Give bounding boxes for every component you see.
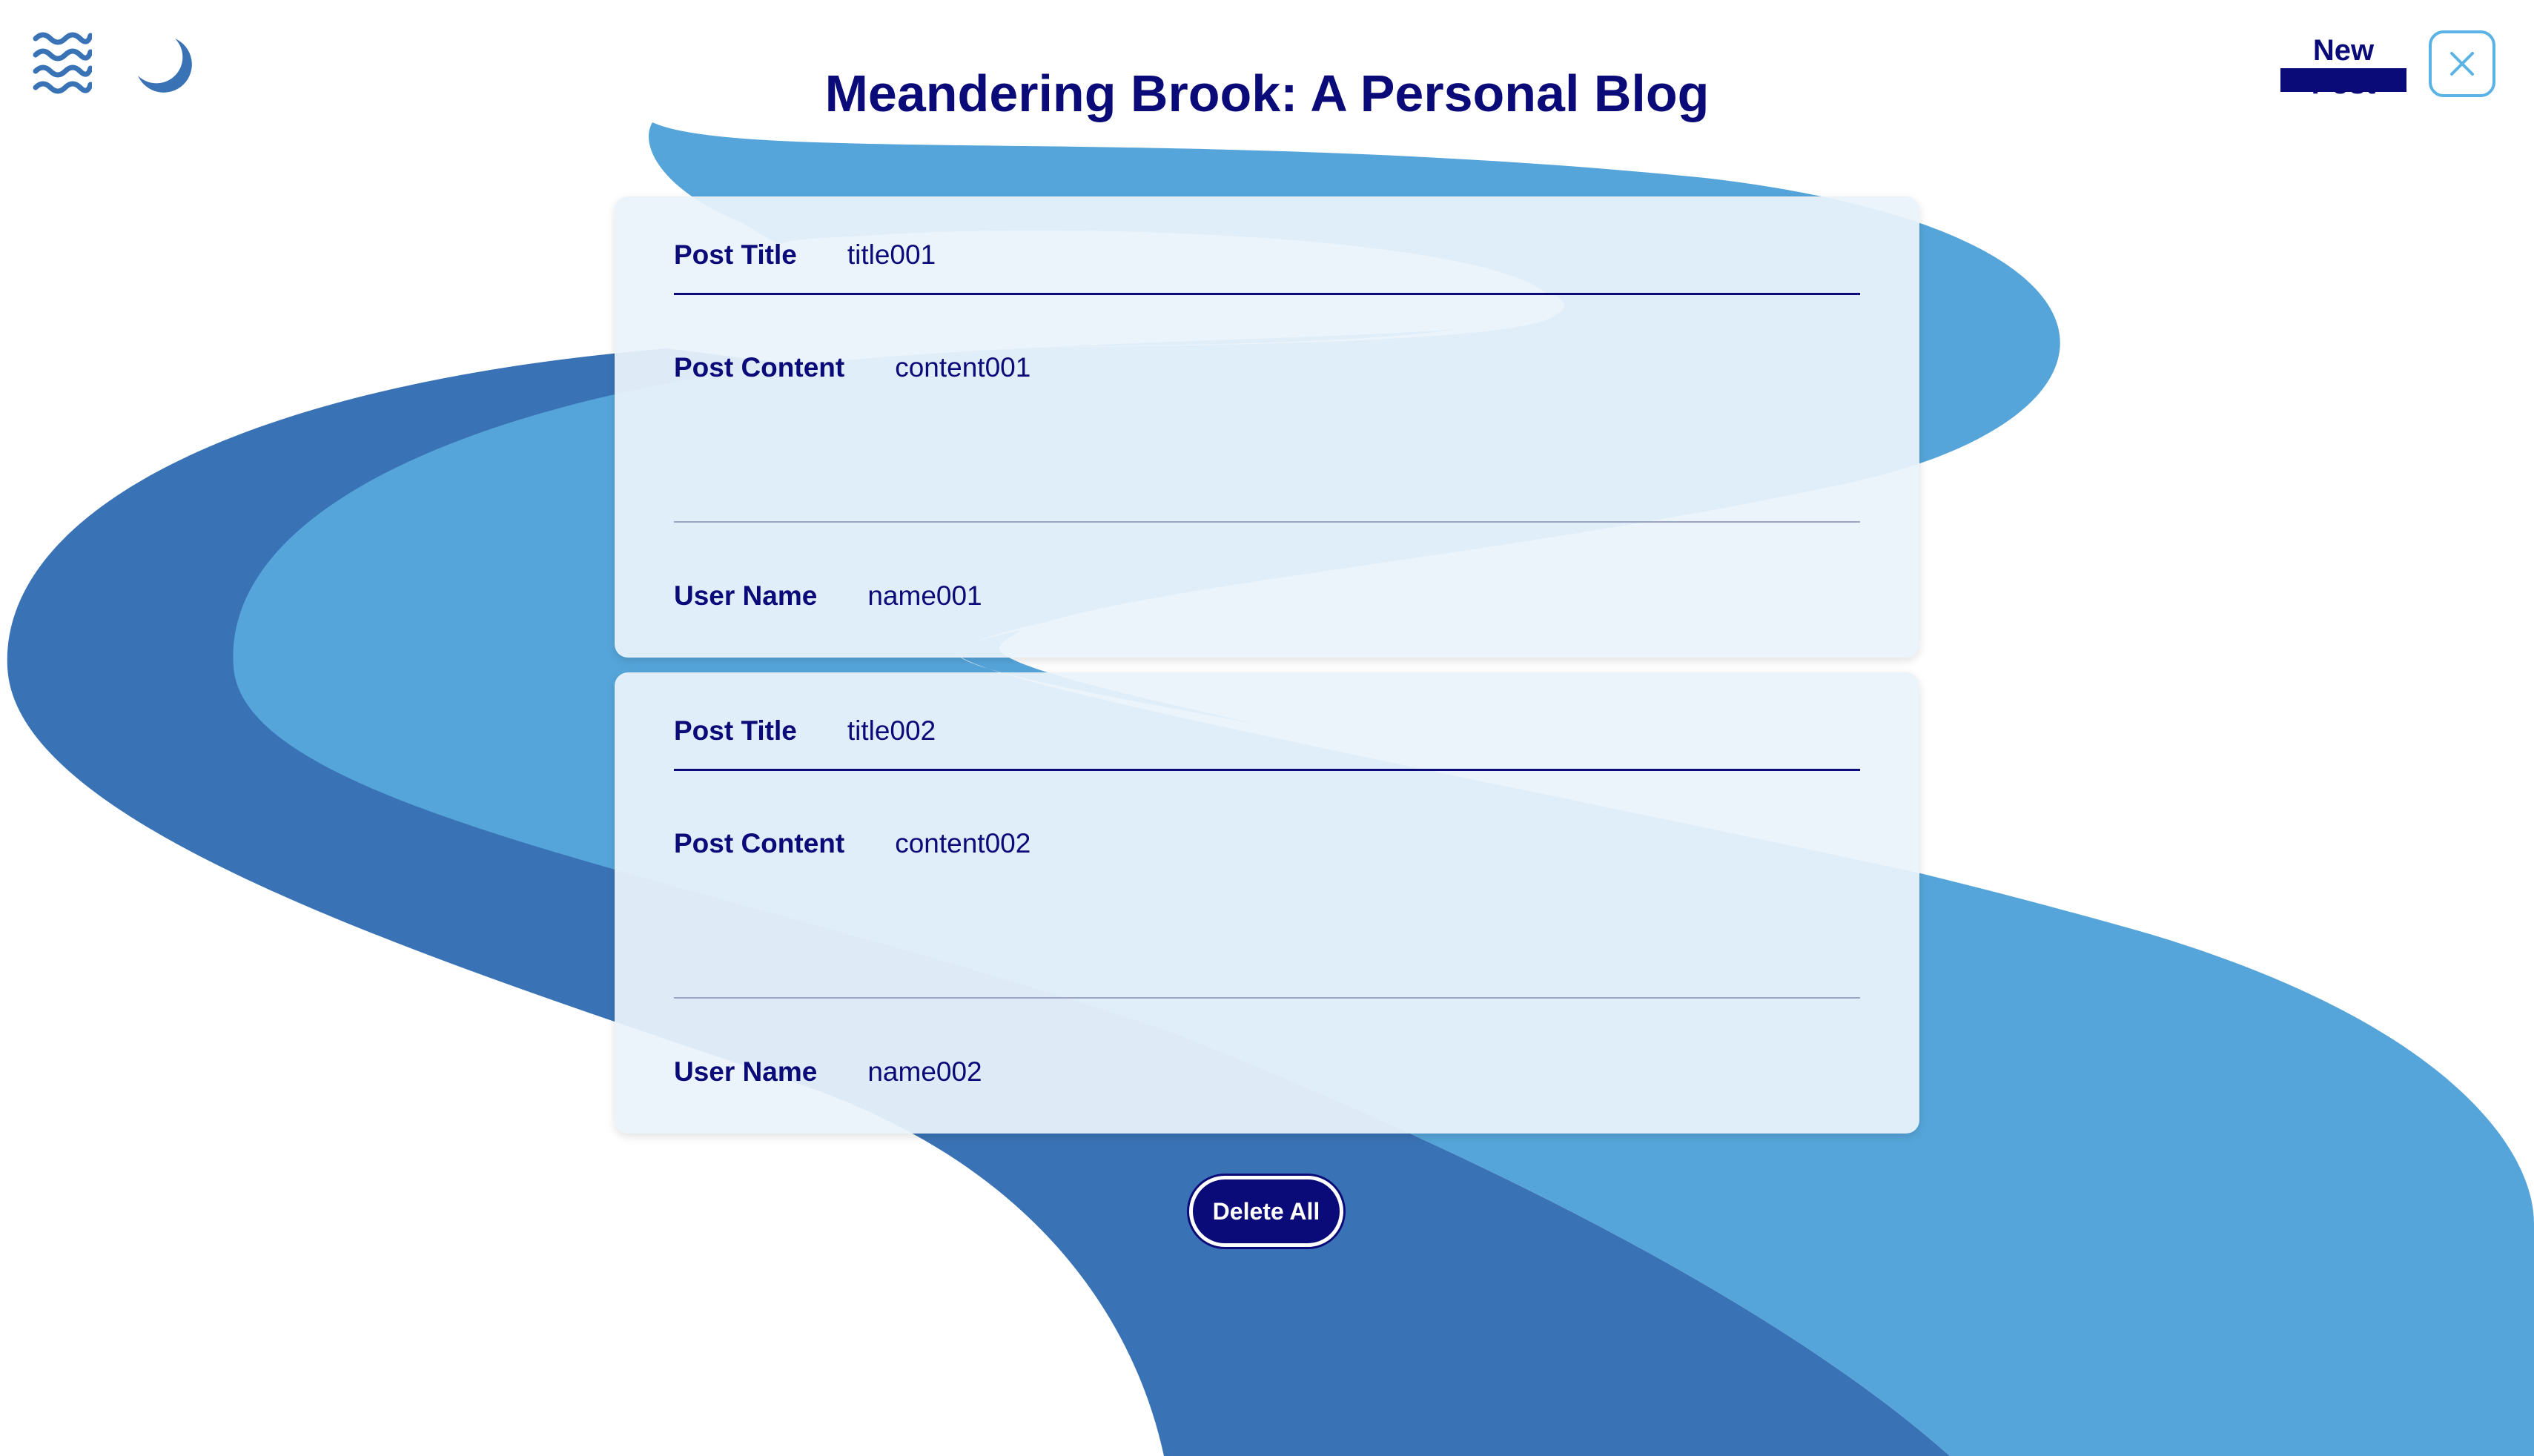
post-card: Post Title title002 Post Content content…: [615, 672, 1919, 1134]
content-divider: [674, 521, 1860, 523]
post-content-label: Post Content: [674, 352, 845, 383]
post-content-value[interactable]: content001: [895, 352, 1031, 383]
post-title-row: Post Title title002: [674, 715, 936, 747]
close-button[interactable]: [2429, 30, 2495, 97]
title-divider: [674, 769, 1860, 771]
user-name-value[interactable]: name001: [867, 580, 982, 612]
page-title: Meandering Brook: A Personal Blog: [824, 64, 1710, 122]
post-title-value[interactable]: title002: [847, 715, 936, 747]
post-title-value[interactable]: title001: [847, 239, 936, 271]
new-post-underline: [2280, 68, 2406, 92]
post-title-label: Post Title: [674, 715, 797, 746]
user-name-row: User Name name001: [674, 580, 982, 612]
blog-page: Meandering Brook: A Personal Blog New Po…: [0, 0, 2534, 1456]
user-name-label: User Name: [674, 580, 818, 611]
post-content-row: Post Content content001: [674, 352, 1031, 383]
delete-all-button[interactable]: Delete All: [1189, 1176, 1343, 1247]
title-divider: [674, 293, 1860, 295]
post-content-label: Post Content: [674, 828, 845, 858]
post-content-value[interactable]: content002: [895, 828, 1031, 859]
post-title-row: Post Title title001: [674, 239, 936, 271]
post-card: Post Title title001 Post Content content…: [615, 196, 1919, 658]
content-divider: [674, 997, 1860, 999]
user-name-label: User Name: [674, 1056, 818, 1087]
post-content-row: Post Content content002: [674, 828, 1031, 859]
user-name-row: User Name name002: [674, 1056, 982, 1088]
user-name-value[interactable]: name002: [867, 1056, 982, 1088]
post-title-label: Post Title: [674, 239, 797, 270]
close-icon: [2450, 52, 2474, 76]
